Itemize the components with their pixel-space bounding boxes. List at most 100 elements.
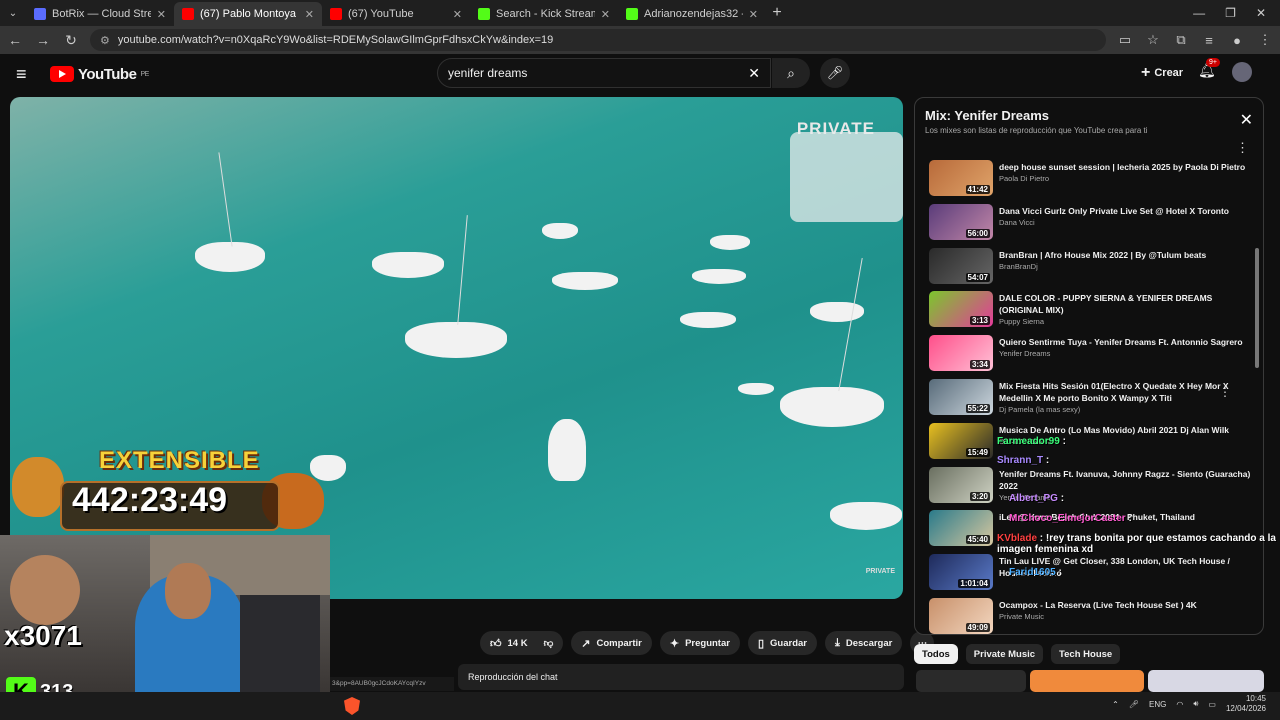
playlist-item[interactable]: 54:07 BranBran | Afro House Mix 2022 | B… <box>915 246 1255 290</box>
site-info-icon[interactable]: ⚙ <box>100 34 110 47</box>
tab-close-icon[interactable]: ✕ <box>453 8 462 21</box>
maximize-icon[interactable]: ❐ <box>1225 6 1236 20</box>
search-button[interactable]: ⌕ <box>772 58 810 88</box>
chat-message: MrChoco_ElmejorCaster : <box>1009 513 1132 524</box>
playlist-item[interactable]: 41:42 deep house sunset session | lecher… <box>915 158 1255 202</box>
related-chips: Todos Private Music Tech House <box>914 644 1121 664</box>
browser-tab[interactable]: Search - Kick Streaming ✕ <box>470 2 618 26</box>
language-indicator[interactable]: ENG <box>1149 700 1166 709</box>
playlist-thumbnail[interactable]: 56:00 <box>929 203 993 240</box>
url-text: youtube.com/watch?v=n0XqaRcY9Wo&list=RDE… <box>117 34 554 46</box>
reload-icon[interactable]: ↻ <box>62 32 80 49</box>
tab-close-icon[interactable]: ✕ <box>749 8 758 21</box>
chat-username: Albert_PG <box>1009 493 1058 504</box>
download-button[interactable]: ⤓ Descargar <box>824 631 903 655</box>
tab-title: BotRix — Cloud Streaming Bot <box>52 8 151 20</box>
playlist-thumbnail[interactable]: 3:20 <box>929 466 993 503</box>
filter-chip[interactable]: Tech House <box>1051 644 1121 664</box>
clear-search-icon[interactable]: ✕ <box>748 65 760 82</box>
dislike-icon[interactable]: 👎︎ <box>544 637 554 649</box>
youtube-play-icon <box>50 66 74 82</box>
youtube-header: ≡ YouTube PE ✕ ⌕ 🎤︎ + Crear 🔔︎ 9+ <box>0 54 1280 94</box>
chair <box>240 595 320 692</box>
mic-tray-icon[interactable]: 🎤︎ <box>1129 700 1139 709</box>
cast-icon[interactable]: ▭ <box>1116 32 1134 48</box>
filter-chip[interactable]: Private Music <box>965 644 1044 664</box>
yacht <box>372 252 444 278</box>
extensions-icon[interactable]: ⧉ <box>1172 32 1190 48</box>
reco-thumb[interactable] <box>1030 670 1144 692</box>
tab-close-icon[interactable]: ✕ <box>157 8 166 21</box>
playlist-item[interactable]: 56:00 Dana Vicci Gurlz Only Private Live… <box>915 202 1255 246</box>
youtube-logo[interactable]: YouTube PE <box>50 66 149 83</box>
tab-search-icon[interactable]: ⌄ <box>0 8 26 19</box>
playlist-thumbnail[interactable]: 55:22 <box>929 378 993 415</box>
hamburger-menu-icon[interactable]: ≡ <box>16 64 36 85</box>
playlist-thumbnail[interactable]: 45:40 <box>929 510 993 547</box>
browser-tab[interactable]: (67) Pablo Montoya - Delm ✕ <box>174 2 322 26</box>
playlist-item[interactable]: 3:13 DALE COLOR - PUPPY SIERNA & YENIFER… <box>915 289 1255 333</box>
close-playlist-icon[interactable]: ✕ <box>1240 110 1253 130</box>
item-menu-icon[interactable]: ⋮ <box>1219 385 1231 399</box>
url-field[interactable]: ⚙ youtube.com/watch?v=n0XqaRcY9Wo&list=R… <box>90 29 1106 51</box>
playlist-thumbnail[interactable]: 49:09 <box>929 597 993 634</box>
playlist-item[interactable]: 49:09 Ocampox - La Reserva (Live Tech Ho… <box>915 596 1255 634</box>
like-button[interactable]: 👍︎ 14 K 👎︎ <box>480 631 564 655</box>
chat-message: Farmeador99 : <box>997 436 1066 447</box>
playlist-scrollbar[interactable] <box>1255 248 1259 368</box>
ask-button[interactable]: ✦ Preguntar <box>659 631 740 655</box>
chat-message: Farid1605 : <box>1009 567 1062 578</box>
voice-search-button[interactable]: 🎤︎ <box>820 58 850 88</box>
browser-tab[interactable]: BotRix — Cloud Streaming Bot ✕ <box>26 2 174 26</box>
minimize-icon[interactable]: — <box>1193 6 1205 20</box>
browser-tab[interactable]: (67) YouTube ✕ <box>322 2 470 26</box>
save-button[interactable]: ▯ Guardar <box>747 631 817 655</box>
chat-replay-bar[interactable]: Reproducción del chat <box>458 664 904 690</box>
tab-close-icon[interactable]: ✕ <box>601 8 610 21</box>
playlist-item-channel: BranBranDj <box>999 261 1038 271</box>
reco-thumb[interactable] <box>1148 670 1264 692</box>
battery-icon[interactable]: ▭ <box>1208 700 1216 709</box>
new-tab-button[interactable]: + <box>766 4 788 22</box>
clock[interactable]: 10:45 12/04/2026 <box>1226 694 1266 714</box>
chat-text: : <box>1060 493 1065 504</box>
playlist-thumbnail[interactable]: 15:49 <box>929 422 993 459</box>
profile-icon[interactable]: ● <box>1228 33 1246 48</box>
browser-tab[interactable]: Adrianozendejas32 - Watch the ✕ <box>618 2 766 26</box>
playlist-menu-icon[interactable]: ⋮ <box>1236 140 1249 156</box>
bookmark-star-icon[interactable]: ☆ <box>1144 32 1162 48</box>
playlist-thumbnail[interactable]: 3:34 <box>929 335 993 372</box>
forward-icon[interactable]: → <box>34 32 52 48</box>
clock-time: 10:45 <box>1245 694 1266 703</box>
clock-date: 12/04/2026 <box>1225 704 1266 713</box>
volume-icon[interactable]: 🔊︎ <box>1193 699 1198 709</box>
tab-title: Search - Kick Streaming <box>496 8 595 20</box>
reaction-face <box>10 555 80 625</box>
wifi-icon[interactable]: ◠ <box>1176 700 1183 709</box>
playlist-item[interactable]: 3:34 Quiero Sentirme Tuya - Yenifer Drea… <box>915 333 1255 377</box>
reco-thumb[interactable] <box>916 670 1026 692</box>
playlist-item[interactable]: 55:22 Mix Fiesta Hits Sesión 01(Electro … <box>915 377 1255 421</box>
create-button[interactable]: + Crear <box>1133 60 1191 86</box>
playlist-item-title: DALE COLOR - PUPPY SIERNA & YENIFER DREA… <box>999 293 1213 316</box>
playlist-thumbnail[interactable]: 41:42 <box>929 160 993 196</box>
playlist-item-title: Dana Vicci Gurlz Only Private Live Set @… <box>999 205 1229 216</box>
share-icon: ↗ <box>581 637 591 650</box>
filter-chip[interactable]: Todos <box>914 644 958 664</box>
duration-badge: 41:42 <box>965 185 990 194</box>
search-input[interactable] <box>448 66 749 80</box>
download-icon: ⤓ <box>834 636 840 649</box>
share-button[interactable]: ↗ Compartir <box>571 631 652 655</box>
playlist-item-channel: Private Music <box>999 611 1045 621</box>
close-window-icon[interactable]: ✕ <box>1256 6 1266 20</box>
tab-close-icon[interactable]: ✕ <box>305 8 314 21</box>
account-avatar[interactable] <box>1232 62 1252 82</box>
stream-chat-overlay: Farmeador99 : Shrann_T : Albert_PG : MrChoc… <box>995 433 1280 593</box>
media-control-icon[interactable]: ≡ <box>1200 33 1218 48</box>
tray-chevron-icon[interactable]: ⌃ <box>1112 700 1119 709</box>
playlist-thumbnail[interactable]: 3:13 <box>929 291 993 328</box>
back-icon[interactable]: ← <box>6 32 24 48</box>
browser-menu-icon[interactable]: ⋮ <box>1256 32 1274 48</box>
playlist-thumbnail[interactable]: 54:07 <box>929 247 993 284</box>
playlist-thumbnail[interactable]: 1:01:04 <box>929 554 993 591</box>
